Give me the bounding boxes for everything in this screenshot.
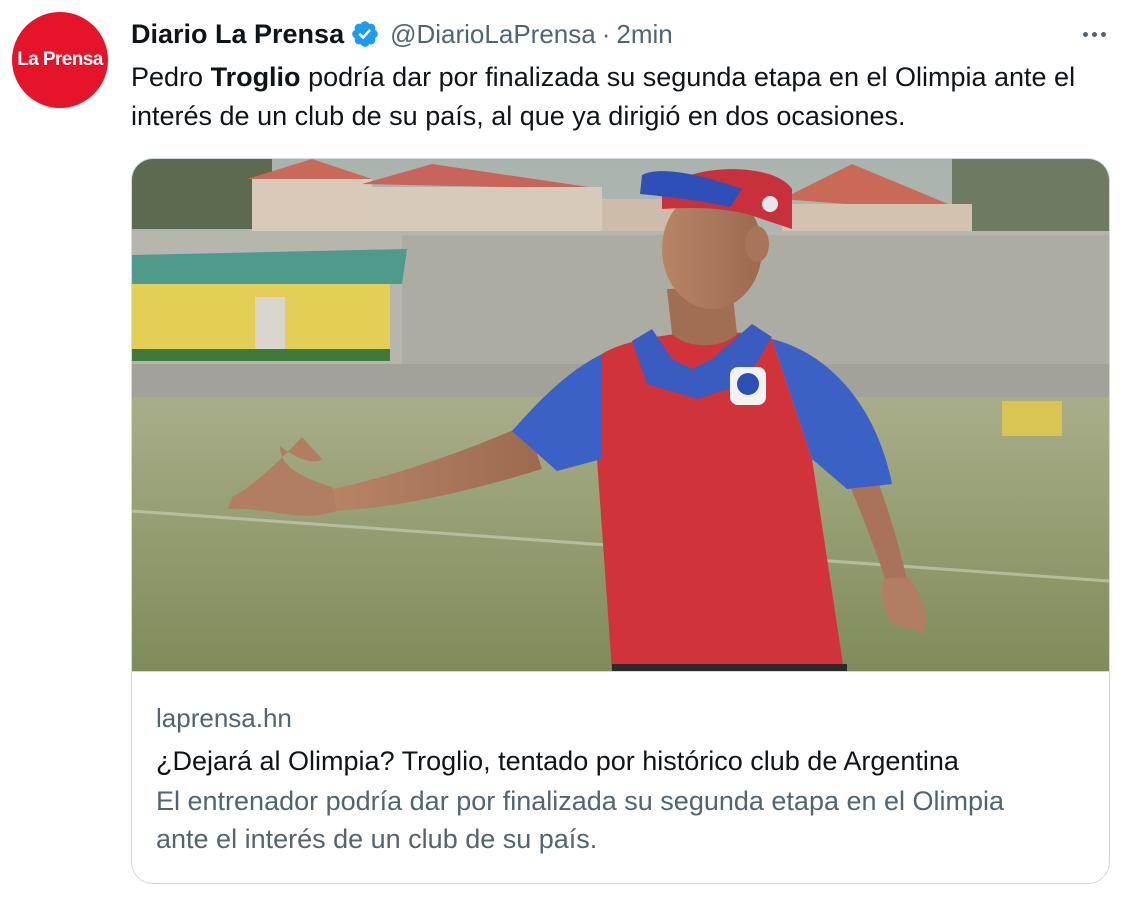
handle[interactable]: @DiarioLaPrensa <box>390 19 596 50</box>
display-name[interactable]: Diario La Prensa <box>131 19 344 50</box>
card-meta[interactable]: laprensa.hn ¿Dejará al Olimpia? Troglio,… <box>132 671 1109 883</box>
card-description: El entrenador podría dar por finalizada … <box>156 786 1005 854</box>
verified-badge-icon[interactable] <box>350 19 380 49</box>
tweet-text: Pedro Troglio podría dar por finalizada … <box>131 62 1076 131</box>
link-card[interactable]: laprensa.hn ¿Dejará al Olimpia? Troglio,… <box>131 158 1110 884</box>
avatar[interactable]: La Prensa <box>12 12 108 108</box>
timestamp[interactable]: 2min <box>616 19 672 50</box>
mention-bold: Troglio <box>210 62 301 92</box>
card-domain: laprensa.hn <box>156 703 292 733</box>
avatar-logo-text: La Prensa <box>17 49 103 70</box>
tweet-header: Diario La Prensa @DiarioLaPrensa · 2min <box>131 14 673 54</box>
card-image[interactable] <box>132 159 1109 671</box>
more-options-icon[interactable] <box>1074 16 1114 52</box>
tweet[interactable]: La Prensa Diario La Prensa @DiarioLaPren… <box>0 0 1135 900</box>
separator-dot: · <box>601 18 611 49</box>
card-title: ¿Dejará al Olimpia? Troglio, tentado por… <box>156 746 959 776</box>
